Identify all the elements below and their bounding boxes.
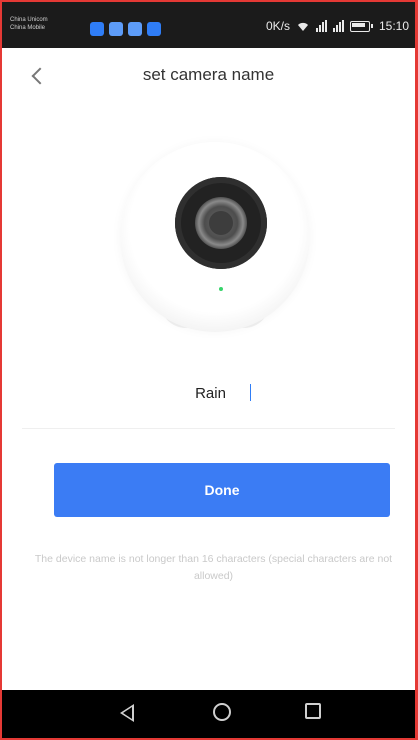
signal-icon [332,20,344,32]
circle-home-icon[interactable] [213,703,231,721]
phone-screen: China Unicom China Mobile 0K/s 15:10 set… [0,0,418,740]
camera-name-field-row [22,370,399,426]
status-icons: 0K/s 15:10 [266,19,409,33]
camera-lens [175,177,267,269]
notification-icons [90,22,161,36]
divider [22,428,395,429]
status-led [219,287,223,291]
net-speed: 0K/s [265,19,290,33]
camera-image [120,142,310,332]
carrier-1: China Unicom [10,17,48,23]
battery-icon [349,20,373,32]
app-notification-icon [109,22,123,36]
app-notification-icon [128,22,142,36]
camera-name-input[interactable] [22,370,399,416]
square-recent-icon[interactable] [305,703,321,719]
text-cursor [250,384,251,401]
carrier-info: China Unicom China Mobile [10,16,48,32]
signal-icon [315,20,327,32]
status-bar: China Unicom China Mobile 0K/s 15:10 [2,2,415,48]
app-notification-icon [147,22,161,36]
page-title: set camera name [142,65,275,84]
done-button[interactable]: Done [54,463,390,517]
system-nav-bar [2,690,415,738]
triangle-back-icon[interactable] [120,704,134,722]
wifi-icon [297,22,308,31]
carrier-2: China Mobile [10,25,46,31]
name-hint: The device name is not longer than 16 ch… [34,553,393,582]
app-notification-icon [90,22,104,36]
header: set camera name [2,48,415,104]
clock: 15:10 [378,19,409,33]
